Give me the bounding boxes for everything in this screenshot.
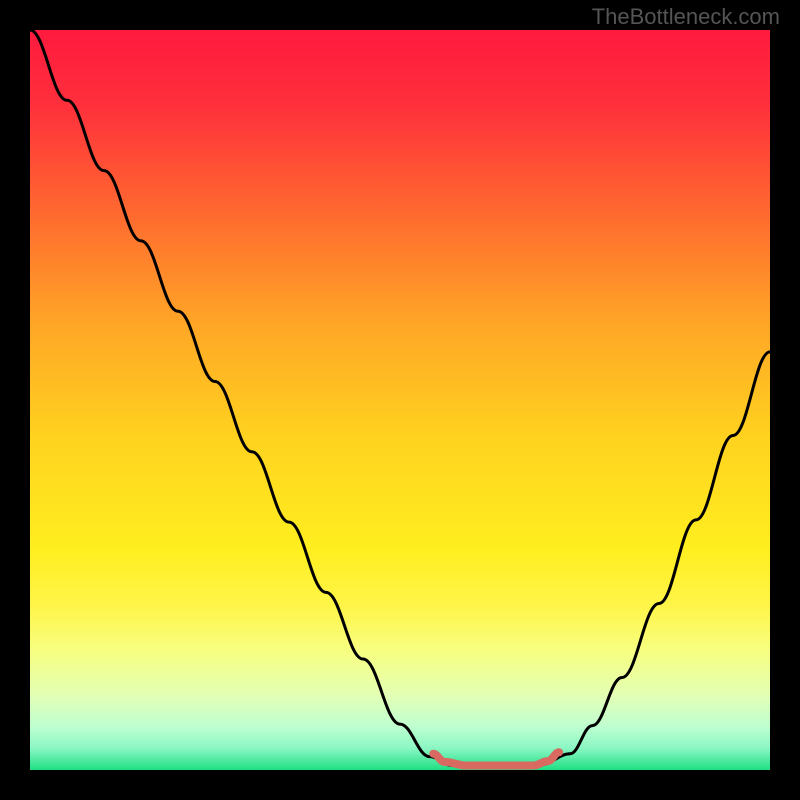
bottleneck-chart <box>0 0 800 800</box>
plot-background <box>30 30 770 770</box>
chart-frame: TheBottleneck.com <box>0 0 800 800</box>
watermark-text: TheBottleneck.com <box>592 4 780 30</box>
